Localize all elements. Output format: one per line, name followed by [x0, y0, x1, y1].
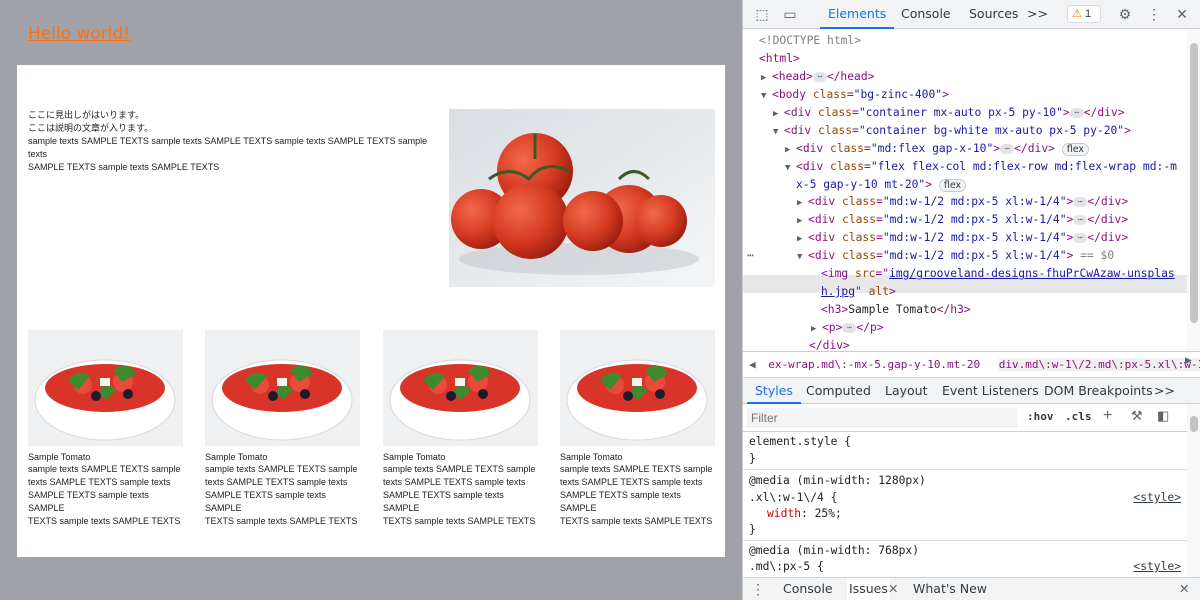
tab-console[interactable]: Console: [901, 0, 951, 28]
breadcrumb: ◀ ex-wrap.md\:-mx-5.gap-y-10.mt-20 div.m…: [743, 351, 1200, 378]
img-node-continued: h.jpg" alt>: [821, 285, 896, 298]
img-node[interactable]: <img src="img/grooveland-designs-fhuPrCw…: [821, 265, 1175, 282]
styles-tabbar: Styles Computed Layout Event Listeners D…: [743, 378, 1200, 404]
selected-div-node[interactable]: ▼ <div class="md:w-1/2 md:px-5 xl:w-1/4">…: [797, 247, 1114, 264]
drawer-tab-console[interactable]: Console: [783, 578, 833, 600]
salad-image: [383, 330, 538, 446]
tab-sources[interactable]: Sources: [969, 0, 1018, 28]
div-close-node[interactable]: </div>: [809, 337, 850, 351]
style-rule-element: element.style { }: [743, 432, 1187, 470]
product-description: sample texts SAMPLE TEXTS sample texts SA…: [28, 464, 181, 526]
hero-description: ここは説明の文章が入ります。: [28, 123, 154, 133]
salad-image: [205, 330, 360, 446]
salad-image: [560, 330, 715, 446]
paint-brush-icon[interactable]: ⚒: [1131, 408, 1143, 424]
product-card: Sample Tomato sample texts SAMPLE TEXTS …: [383, 330, 538, 528]
breadcrumb-right-icon[interactable]: ▶: [1185, 355, 1192, 366]
product-description: sample texts SAMPLE TEXTS sample texts SA…: [205, 464, 358, 526]
hero-heading: ここに見出しがはいります。: [28, 110, 145, 120]
doctype-node[interactable]: <!DOCTYPE html>: [759, 32, 861, 49]
flex-badge[interactable]: flex: [938, 178, 967, 192]
warning-icon: ⚠: [1072, 8, 1082, 20]
close-icon[interactable]: ✕: [1173, 5, 1191, 23]
product-card: Sample Tomato sample texts SAMPLE TEXTS …: [560, 330, 715, 528]
hello-world-link[interactable]: Hello world!: [28, 24, 130, 44]
kebab-menu-icon[interactable]: ⋮: [1145, 5, 1163, 23]
flex-badge[interactable]: flex: [1061, 142, 1090, 156]
tab-layout[interactable]: Layout: [885, 378, 928, 403]
elements-scrollbar[interactable]: [1187, 29, 1200, 351]
p-node[interactable]: ▶ <p> ⋯ </p>: [811, 319, 884, 336]
expand-arrow-icon: ▶: [761, 73, 767, 83]
hov-button[interactable]: :hov: [1027, 410, 1054, 423]
product-description: sample texts SAMPLE TEXTS sample texts SA…: [560, 464, 713, 526]
product-title: Sample Tomato: [560, 452, 623, 462]
hero-body-line: sample texts SAMPLE TEXTS sample texts S…: [28, 136, 428, 159]
row-ellipsis-icon[interactable]: ⋯: [747, 247, 754, 264]
close-icon[interactable]: ✕: [888, 578, 898, 600]
drawer-tab-whats-new[interactable]: What's New: [913, 578, 987, 600]
tab-dom-breakpoints[interactable]: DOM Breakpoints: [1044, 378, 1153, 403]
collapse-arrow-icon: ▼: [761, 91, 767, 101]
style-rule-xl: @media (min-width: 1280px) .xl\:w-1\/4 {…: [743, 470, 1187, 541]
warnings-badge[interactable]: ⚠ 1: [1067, 5, 1101, 23]
h3-node[interactable]: <h3>Sample Tomato</h3>: [821, 301, 971, 318]
page-viewport: Hello world! ここに見出しがはいります。 ここは説明の文章が入ります…: [0, 0, 742, 600]
div-node[interactable]: ▼ <div class="container bg-white mx-auto …: [773, 122, 1131, 139]
div-node[interactable]: ▶ <div class="container mx-auto px-5 py-1…: [773, 104, 1125, 121]
style-source-link[interactable]: <style>: [1133, 559, 1181, 575]
product-card: Sample Tomato sample texts SAMPLE TEXTS …: [205, 330, 360, 528]
ellipsis-icon: ⋯: [812, 72, 827, 82]
head-node[interactable]: ▶ <head> ⋯ </head>: [761, 68, 874, 85]
devtools-panel: ⬚ ▭ Elements Console Sources >> ⚠ 1 ⚙ ⋮ …: [742, 0, 1200, 600]
gear-icon[interactable]: ⚙: [1116, 5, 1134, 23]
tab-styles[interactable]: Styles: [747, 378, 801, 404]
close-drawer-icon[interactable]: ✕: [1179, 578, 1189, 600]
styles-scrollbar[interactable]: [1187, 404, 1200, 577]
breadcrumb-left-icon[interactable]: ◀: [749, 358, 756, 371]
div-node[interactable]: ▶ <div class="md:w-1/2 md:px-5 xl:w-1/4">…: [797, 211, 1128, 228]
product-title: Sample Tomato: [205, 452, 268, 462]
img-src-link[interactable]: img/grooveland-designs-fhuPrCwAzaw-unspl…: [889, 267, 1175, 280]
div-node-continued: x-5 gap-y-10 mt-20"> flex: [796, 176, 967, 193]
more-tabs-button[interactable]: >>: [1027, 0, 1048, 28]
body-node[interactable]: ▼ <body class="bg-zinc-400">: [761, 86, 949, 103]
style-source-link[interactable]: <style>: [1133, 490, 1181, 506]
product-description: sample texts SAMPLE TEXTS sample texts SA…: [383, 464, 536, 526]
cls-button[interactable]: .cls: [1065, 410, 1092, 423]
device-toolbar-icon[interactable]: ▭: [781, 5, 799, 23]
tab-computed[interactable]: Computed: [806, 378, 871, 403]
breadcrumb-item-active[interactable]: div.md\:w-1\/2.md\:px-5.xl\:w-1\/4: [998, 358, 1200, 371]
more-styles-tabs-button[interactable]: >>: [1154, 378, 1175, 403]
salad-image: [28, 330, 183, 446]
inspect-element-icon[interactable]: ⬚: [753, 5, 771, 23]
styles-pane: element.style { } @media (min-width: 128…: [743, 432, 1187, 577]
div-node[interactable]: ▶ <div class="md:w-1/2 md:px-5 xl:w-1/4">…: [797, 229, 1128, 246]
add-rule-icon[interactable]: +: [1103, 407, 1112, 425]
style-rule-md: @media (min-width: 768px) .md\:px-5 { <s…: [749, 544, 1181, 575]
toggle-sidebar-icon[interactable]: ◧: [1157, 408, 1169, 424]
content-card: ここに見出しがはいります。 ここは説明の文章が入ります。 sample text…: [17, 65, 725, 557]
product-card: Sample Tomato sample texts SAMPLE TEXTS …: [28, 330, 183, 528]
styles-filter-input[interactable]: [747, 408, 1017, 428]
div-node[interactable]: ▶ <div class="md:w-1/2 md:px-5 xl:w-1/4">…: [797, 193, 1128, 210]
hero-body-line: SAMPLE TEXTS sample texts SAMPLE TEXTS: [28, 162, 220, 172]
tab-elements[interactable]: Elements: [819, 0, 895, 29]
styles-filter-bar: :hov .cls + ⚒ ◧: [743, 404, 1187, 432]
div-node[interactable]: ▶ <div class="md:flex gap-x-10"> ⋯ </div> f…: [785, 140, 1090, 157]
tab-event-listeners[interactable]: Event Listeners: [942, 378, 1039, 403]
drawer-tabbar: ⋮ Console Issues ✕ What's New ✕: [743, 577, 1200, 600]
div-node[interactable]: ▼ <div class="flex flex-col md:flex-row m…: [785, 158, 1177, 175]
devtools-toolbar: ⬚ ▭ Elements Console Sources >> ⚠ 1 ⚙ ⋮ …: [743, 0, 1200, 29]
product-title: Sample Tomato: [28, 452, 91, 462]
hero-text: ここに見出しがはいります。 ここは説明の文章が入ります。 sample text…: [28, 109, 428, 174]
tomatoes-image: [449, 109, 715, 287]
drawer-tab-issues[interactable]: Issues: [847, 578, 890, 600]
product-title: Sample Tomato: [383, 452, 446, 462]
drawer-menu-icon[interactable]: ⋮: [749, 580, 767, 598]
breadcrumb-item[interactable]: ex-wrap.md\:-mx-5.gap-y-10.mt-20: [768, 358, 980, 371]
elements-tree: <!DOCTYPE html> <html> ▶ <head> ⋯ </head> ▼…: [743, 29, 1187, 351]
html-node[interactable]: <html>: [759, 50, 800, 67]
